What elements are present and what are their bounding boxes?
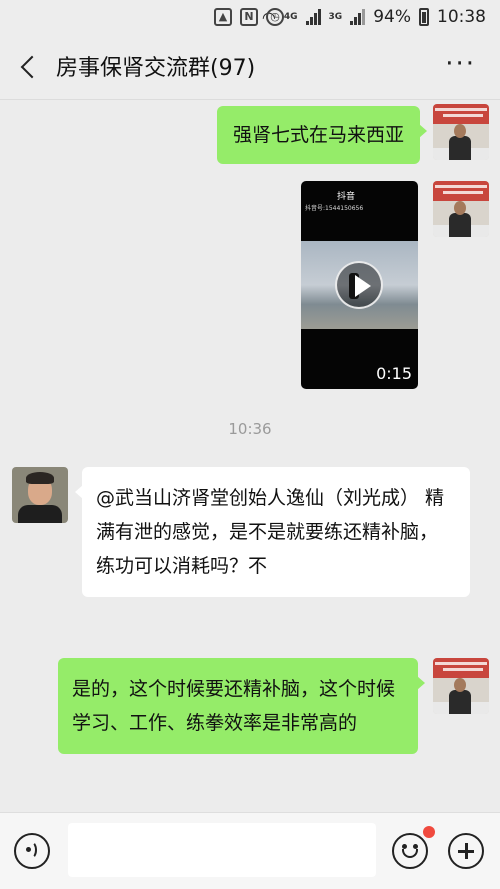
alarm-icon: ◷ xyxy=(266,8,284,26)
network-4g-label: 4G xyxy=(283,12,298,22)
status-bar: ▲ N ◷ ◠ 4G 3G 94% 10:38 xyxy=(0,0,500,34)
plus-icon[interactable] xyxy=(448,833,484,869)
video-duration: 0:15 xyxy=(376,364,412,383)
chat-header: 房事保肾交流群(97) ··· xyxy=(0,34,500,100)
own-avatar[interactable] xyxy=(433,181,489,237)
play-icon[interactable] xyxy=(335,261,383,309)
back-arrow-icon[interactable] xyxy=(18,54,40,80)
message-bubble[interactable]: 强肾七式在马来西亚 xyxy=(216,106,428,164)
emoji-icon[interactable] xyxy=(392,826,435,869)
douyin-account-id: 抖音号:1544150656 xyxy=(305,205,364,212)
nfc-icon: N xyxy=(240,8,258,26)
own-avatar[interactable] xyxy=(433,658,489,714)
notification-icons: ▲ N ◷ xyxy=(214,8,284,26)
message-input[interactable] xyxy=(68,823,376,877)
chat-title: 房事保肾交流群(97) xyxy=(56,56,256,81)
chat-messages[interactable]: 强肾七式在马来西亚 抖音 抖音号:1544150656 0:15 10:36 @… xyxy=(0,100,500,812)
network-3g-label: 3G xyxy=(328,12,343,22)
input-bar xyxy=(0,812,500,889)
status-indicators: ◠ 4G 3G 94% 10:38 xyxy=(262,7,486,27)
message-bubble[interactable]: @武当山济肾堂创始人逸仙（刘光成） 精满有泄的感觉，是不是就要练还精补脑，练功可… xyxy=(75,467,470,597)
battery-icon xyxy=(419,8,429,26)
sender-avatar[interactable] xyxy=(12,467,68,523)
voice-icon[interactable] xyxy=(14,833,50,869)
signal-bars-icon xyxy=(305,9,321,25)
clock: 10:38 xyxy=(437,7,486,27)
own-avatar[interactable] xyxy=(433,104,489,160)
more-icon[interactable]: ··· xyxy=(445,51,476,77)
gallery-notification-icon: ▲ xyxy=(214,8,232,26)
message-timestamp: 10:36 xyxy=(228,420,272,438)
signal-bars-icon-2 xyxy=(350,9,366,25)
notification-dot xyxy=(423,826,435,838)
video-message[interactable]: 抖音 抖音号:1544150656 0:15 xyxy=(301,181,418,389)
message-bubble[interactable]: 是的，这个时候要还精补脑，这个时候学习、工作、练拳效率是非常高的 xyxy=(58,658,425,754)
video-thumbnail xyxy=(301,241,418,329)
douyin-logo: 抖音 xyxy=(337,192,356,202)
battery-percent: 94% xyxy=(373,7,411,27)
